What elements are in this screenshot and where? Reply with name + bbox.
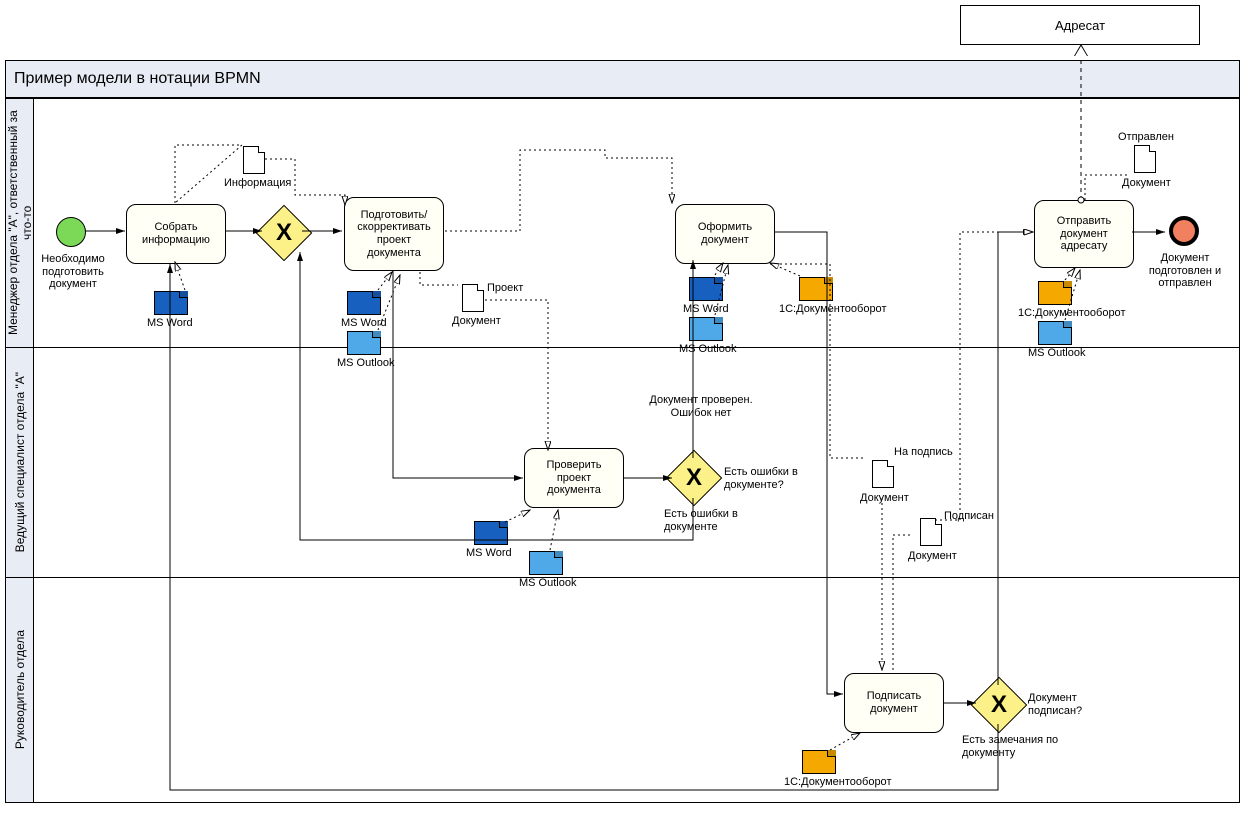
gateway-errors: X: [666, 450, 723, 507]
task-prepare: Подготовить/ скоррективать проект докуме…: [344, 197, 444, 271]
lane-label: Руководитель отдела: [6, 578, 34, 802]
gateway-signed-yes: Есть замечания по документу: [962, 734, 1062, 759]
gateway-signed: X: [971, 677, 1028, 734]
gateway-errors-label: Есть ошибки в документе?: [724, 466, 814, 491]
doc-info-label: Информация: [224, 177, 291, 190]
1c-icon: [802, 750, 836, 774]
1c-label2: 1С:Документооборот: [1018, 307, 1125, 320]
lane-label: Менеджер отдела "А", ответственный за чт…: [6, 99, 34, 347]
word-icon: [689, 277, 723, 301]
external-label: Адресат: [1055, 18, 1105, 33]
gateway-errors-yes: Есть ошибки в документе: [664, 508, 754, 533]
document-icon: [872, 460, 894, 488]
lane-content: Проверить проект документа X Есть ошибки…: [34, 348, 1239, 577]
doc-tosign-label: На подпись: [894, 446, 953, 459]
end-event: [1169, 216, 1199, 246]
word-label4: MS Word: [466, 547, 512, 560]
gateway-merge-1: X: [256, 205, 313, 262]
lane-content: Необходимо подготовить документ Собрать …: [34, 99, 1239, 347]
message-arrow: [1075, 46, 1087, 56]
document-icon: [1134, 145, 1156, 173]
word-label2: MS Word: [341, 317, 387, 330]
lane-director: Руководитель отдела Подписать документ X…: [5, 578, 1240, 803]
doc-document-label: Документ: [452, 315, 501, 328]
task-collect: Собрать информацию: [126, 204, 226, 264]
lane-manager: Менеджер отдела "А", ответственный за чт…: [5, 98, 1240, 348]
document-icon: [462, 284, 484, 312]
1c-label: 1С:Документооборот: [779, 303, 886, 316]
bpmn-diagram: Адресат Пример модели в нотации BPMN Мен…: [0, 0, 1250, 824]
external-participant: Адресат: [960, 5, 1200, 45]
word-icon: [347, 291, 381, 315]
outlook-icon: [529, 551, 563, 575]
doc-document-label3: Документ: [860, 492, 909, 505]
pool-title-text: Пример модели в нотации BPMN: [14, 70, 261, 88]
gateway-signed-label: Документ подписан?: [1028, 692, 1098, 717]
gateway-errors-no: Документ проверен. Ошибок нет: [646, 394, 756, 419]
doc-sent-label: Отправлен: [1118, 131, 1174, 144]
1c-label3: 1С:Документооборот: [784, 776, 891, 789]
task-send: Отправить документ адресату: [1034, 200, 1134, 268]
task-sign: Подписать документ: [844, 673, 944, 733]
word-icon: [474, 521, 508, 545]
lane-label: Ведущий специалист отдела "А": [6, 348, 34, 577]
task-check: Проверить проект документа: [524, 448, 624, 508]
end-event-label: Документ подготовлен и отправлен: [1144, 252, 1226, 290]
document-icon: [243, 146, 265, 174]
word-label: MS Word: [147, 317, 193, 330]
doc-document-label2: Документ: [1122, 177, 1171, 190]
task-format: Оформить документ: [675, 204, 775, 264]
document-icon: [920, 518, 942, 546]
lane-specialist: Ведущий специалист отдела "А" Проверить …: [5, 348, 1240, 578]
outlook-icon: [1038, 321, 1072, 345]
lane-content: Подписать документ X Документ подписан? …: [34, 578, 1239, 802]
start-event-label: Необходимо подготовить документ: [34, 253, 112, 291]
pool-title: Пример модели в нотации BPMN: [5, 60, 1240, 98]
start-event: [56, 217, 86, 247]
1c-icon: [1038, 281, 1072, 305]
doc-signed-label: Подписан: [944, 510, 994, 523]
1c-icon: [799, 277, 833, 301]
outlook-icon: [689, 317, 723, 341]
doc-document-label4: Документ: [908, 550, 957, 563]
word-icon: [154, 291, 188, 315]
doc-project-label: Проект: [487, 282, 523, 295]
word-label3: MS Word: [683, 303, 729, 316]
